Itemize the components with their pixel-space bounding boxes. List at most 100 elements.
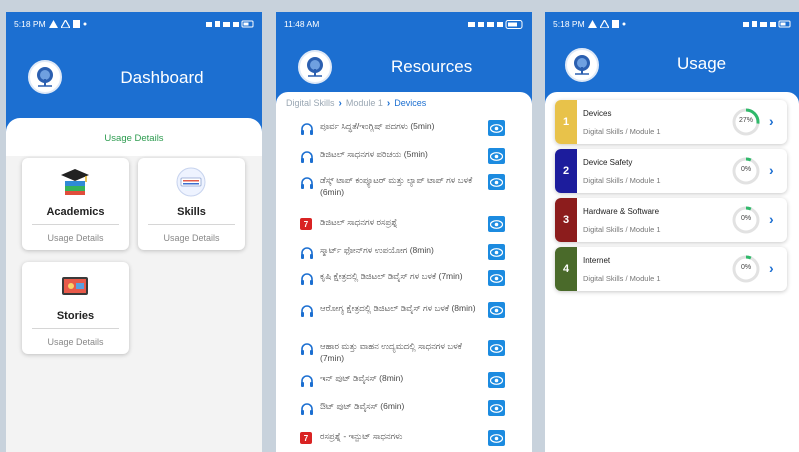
stories-icon <box>58 270 92 302</box>
usage-details-link[interactable]: Usage Details <box>6 132 262 156</box>
progress-percent: 0% <box>740 264 752 271</box>
card-usage-link[interactable]: Usage Details <box>22 337 129 347</box>
breadcrumb-item[interactable]: Digital Skills <box>286 98 335 108</box>
status-time: 5:18 PM <box>14 19 46 29</box>
view-button[interactable] <box>488 120 505 136</box>
usage-header: 5:18 PM Usage <box>545 12 799 104</box>
graduation-cap-icon <box>58 166 92 198</box>
view-button[interactable] <box>488 174 505 190</box>
usage-row[interactable]: 1 Devices Digital Skills / Module 1 27% › <box>555 100 787 144</box>
chevron-right-icon[interactable]: › <box>769 211 774 227</box>
status-bar: 5:18 PM <box>6 12 262 36</box>
chevron-right-icon[interactable]: › <box>769 113 774 129</box>
dot-icon <box>83 22 87 26</box>
module-name: Device Safety <box>583 158 633 167</box>
notification-icon <box>48 20 58 28</box>
chevron-right-icon[interactable]: › <box>769 260 774 276</box>
page-title: Resources <box>391 57 473 76</box>
warning-icon <box>60 20 70 28</box>
usage-row[interactable]: 4 Internet Digital Skills / Module 1 0% › <box>555 247 787 291</box>
eye-icon <box>490 433 503 443</box>
card-label: Skills <box>177 206 206 218</box>
eye-icon <box>490 273 503 283</box>
warning-icon <box>599 20 609 28</box>
app-logo <box>298 50 332 84</box>
dashboard-screen: 5:18 PM Dashboard Usage Details Academic… <box>6 12 262 452</box>
signal-icon <box>743 20 791 28</box>
module-number: 1 <box>555 100 577 144</box>
headphones-icon <box>300 342 314 355</box>
eye-icon <box>490 343 503 353</box>
card-skills[interactable]: Skills Usage Details <box>138 158 245 250</box>
tree-logo-icon <box>307 57 323 77</box>
app-logo <box>565 48 599 82</box>
progress-percent: 0% <box>740 166 752 173</box>
usage-row[interactable]: 2 Device Safety Digital Skills / Module 1 0… <box>555 149 787 193</box>
divider <box>32 224 119 225</box>
headphones-icon <box>300 304 314 317</box>
card-label: Stories <box>56 310 95 322</box>
resources-screen: 11:48 AM Resources Digital Skills › Modu… <box>276 12 532 452</box>
view-button[interactable] <box>488 430 505 446</box>
module-path: Digital Skills / Module 1 <box>583 225 661 234</box>
view-button[interactable] <box>488 302 505 318</box>
page-title: Dashboard <box>120 68 204 87</box>
view-button[interactable] <box>488 372 505 388</box>
headphones-icon <box>300 402 314 415</box>
headphones-icon <box>300 272 314 285</box>
usage-row[interactable]: 3 Hardware & Software Digital Skills / Mod… <box>555 198 787 242</box>
divider <box>32 328 119 329</box>
status-bar: 11:48 AM <box>276 12 532 36</box>
module-path: Digital Skills / Module 1 <box>583 274 661 283</box>
module-path: Digital Skills / Module 1 <box>583 176 661 185</box>
resources-header: 11:48 AM Resources <box>276 12 532 104</box>
resource-title: ಆರೋಗ್ಯ ಕ್ಷೇತ್ರದಲ್ಲಿ ಡಿಜಿಟಲ್ ಡಿವೈಸ್ ಗಳ ಬಳ… <box>320 303 476 313</box>
headphones-icon <box>300 122 314 135</box>
eye-icon <box>490 375 503 385</box>
resource-title: ಕೃಷಿ ಕ್ಷೇತ್ರದಲ್ಲಿ ಡಿಜಿಟಲ್ ಡಿವೈಸ್ ಗಳ ಬಳಕೆ… <box>320 271 463 281</box>
headphones-icon <box>300 374 314 387</box>
eye-icon <box>490 247 503 257</box>
breadcrumb: Digital Skills › Module 1 › Devices <box>276 92 532 110</box>
eye-icon <box>490 151 503 161</box>
resource-title: ಸ್ಮಾರ್ಟ್ ಫೋನ್‌ಗಳ ಉಪಯೋಗ (8min) <box>320 245 434 255</box>
card-usage-link[interactable]: Usage Details <box>138 233 245 243</box>
view-button[interactable] <box>488 148 505 164</box>
dot-icon <box>622 22 626 26</box>
headphones-icon <box>300 246 314 259</box>
module-path: Digital Skills / Module 1 <box>583 127 661 136</box>
tree-logo-icon <box>574 55 590 75</box>
eye-icon <box>490 219 503 229</box>
view-button[interactable] <box>488 400 505 416</box>
module-name: Devices <box>583 109 612 118</box>
save-icon <box>72 20 80 28</box>
view-button[interactable] <box>488 216 505 232</box>
page-title: Usage <box>677 54 727 73</box>
resource-title: ಡೆಸ್ಕ್ ಟಾಪ್ ಕಂಪ್ಯೂಟರ್ ಮತ್ತು ಲ್ಯಾಪ್ ಟಾಪ್ … <box>320 175 473 197</box>
status-time: 11:48 AM <box>284 19 320 29</box>
card-label: Academics <box>46 206 105 218</box>
headphones-icon <box>300 150 314 163</box>
card-stories[interactable]: Stories Usage Details <box>22 262 129 354</box>
breadcrumb-item-current: Devices <box>394 98 427 108</box>
chevron-right-icon[interactable]: › <box>769 162 774 178</box>
resource-title: ರಸಪ್ರಶ್ನೆ - ಇನ್ಪುಟ್ ಸಾಧನಗಳು <box>320 431 403 441</box>
breadcrumb-item[interactable]: Module 1 <box>346 98 383 108</box>
view-button[interactable] <box>488 340 505 356</box>
status-time: 5:18 PM <box>553 19 585 29</box>
view-button[interactable] <box>488 270 505 286</box>
eye-icon <box>490 305 503 315</box>
view-button[interactable] <box>488 244 505 260</box>
card-academics[interactable]: Academics Usage Details <box>22 158 129 250</box>
progress-percent: 27% <box>738 117 753 124</box>
chevron-right-icon: › <box>338 97 342 109</box>
signal-icon <box>468 19 523 29</box>
resource-title: ಆಹಾರ ಮತ್ತು ವಾಹನ ಉದ್ಯಮದಲ್ಲಿ ಸಾಧನಗಳ ಬಳಕೆ (… <box>320 341 462 363</box>
chevron-right-icon: › <box>386 97 391 109</box>
headphones-icon <box>300 176 314 189</box>
resource-title: ಡಿಜಿಟಲ್ ಸಾಧನಗಳ ಪರಿಚಯ (5min) <box>320 149 428 159</box>
eye-icon <box>490 177 503 187</box>
status-bar: 5:18 PM <box>545 12 799 36</box>
resource-title: ಇನ್ ಪುಟ್ ಡಿವೈಸಸ್ (8min) <box>320 373 404 383</box>
card-usage-link[interactable]: Usage Details <box>22 233 129 243</box>
